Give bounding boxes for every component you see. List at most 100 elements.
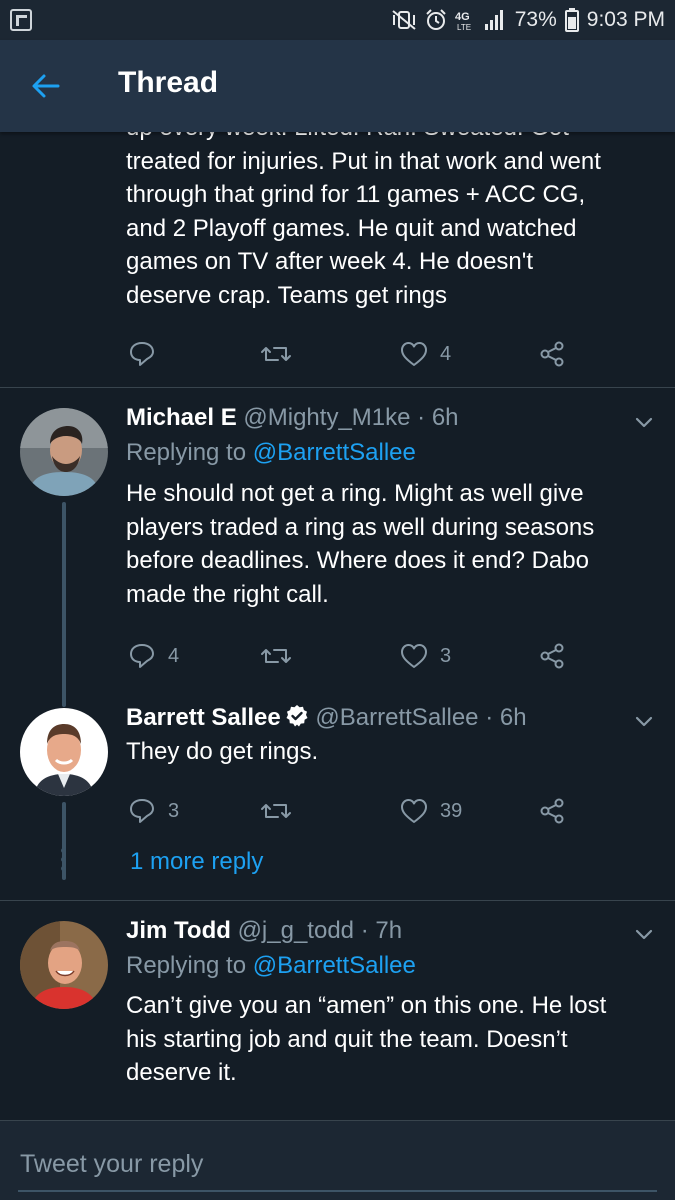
replying-to: Replying to @BarrettSallee — [126, 439, 416, 467]
tweet-text-line: before deadlines. Where does it end? Dab… — [126, 547, 589, 574]
tweet-header: Michael E @Mighty_M1ke · 6h — [126, 404, 459, 432]
chevron-down-icon[interactable] — [633, 411, 655, 433]
tweet-header: Jim Todd @j_g_todd · 7h — [126, 917, 402, 945]
chevron-down-icon[interactable] — [633, 923, 655, 945]
retweet-icon — [261, 804, 291, 818]
page-title: Thread — [118, 66, 219, 99]
tweet-text-line: through that grind for 11 games + ACC CG… — [126, 181, 586, 208]
tweet-text-line: treated for injuries. Put in that work a… — [126, 147, 601, 175]
tweet-time: · 6h — [485, 704, 527, 731]
tweet-header: Barrett Sallee @BarrettSallee · 6h — [126, 704, 527, 732]
avatar-image — [20, 408, 108, 496]
tweet-text: They do get rings. — [126, 735, 656, 769]
more-replies-link[interactable]: 1 more reply — [130, 848, 263, 876]
tweet-text: up every week. Lifted. Ran. Sweated. Got… — [126, 132, 656, 312]
like-count: 39 — [440, 799, 463, 822]
tweet-text-line: made the right call. — [126, 580, 329, 608]
like-button[interactable]: 4 — [400, 339, 451, 369]
mention-link[interactable]: @BarrettSallee — [253, 952, 416, 979]
reply-icon — [130, 342, 154, 366]
retweet-button[interactable] — [260, 641, 304, 671]
vibrate-mute-icon — [392, 10, 416, 30]
share-button[interactable] — [538, 796, 566, 826]
tweet-text-line: They do get rings. — [126, 738, 319, 765]
tweet-text-line: He should not get a ring. Might as well … — [126, 480, 584, 507]
status-bar: 4G LTE 73% 9:03 PM — [0, 0, 675, 40]
divider — [0, 387, 675, 388]
battery-percent: 73% — [514, 8, 557, 31]
tweet-actions: 4 3 — [128, 641, 578, 671]
mention-link[interactable]: @BarrettSallee — [253, 439, 416, 466]
tweet-time: · 7h — [360, 917, 403, 944]
tweet-text-line: and 2 Playoff games. He quit and watched — [126, 214, 577, 242]
avatar-image — [20, 921, 108, 1009]
reply-button[interactable] — [128, 339, 168, 369]
reply-count: 4 — [168, 644, 180, 667]
reply-button[interactable]: 4 — [128, 641, 179, 671]
tweet-text-line: players traded a ring as well during sea… — [126, 513, 595, 541]
flipboard-icon — [10, 9, 32, 31]
tweet-actions: 3 39 — [128, 796, 578, 826]
author-name[interactable]: Michael E — [126, 404, 237, 431]
avatar-image — [20, 708, 108, 796]
input-underline — [18, 1190, 657, 1192]
reply-icon — [130, 644, 154, 668]
share-icon — [540, 643, 564, 669]
retweet-button[interactable] — [260, 796, 304, 826]
thread-more-dots — [60, 848, 68, 875]
svg-text:LTE: LTE — [457, 23, 471, 32]
retweet-icon — [261, 347, 291, 361]
avatar[interactable] — [20, 921, 108, 1009]
like-icon — [401, 799, 427, 823]
tweet-text: Can’t give you an “amen” on this one. He… — [126, 989, 656, 1090]
clock: 9:03 PM — [586, 8, 665, 31]
app-bar: Thread — [0, 40, 675, 132]
tweet-text-line: his starting job and quit the team. Does… — [126, 1025, 568, 1053]
replying-to: Replying to @BarrettSallee — [126, 952, 416, 980]
tweet-actions: 4 — [128, 339, 578, 369]
author-name[interactable]: Barrett Sallee — [126, 704, 281, 731]
like-button[interactable]: 39 — [400, 796, 462, 826]
retweet-button[interactable] — [260, 339, 304, 369]
tweet-time: · 6h — [417, 404, 459, 431]
divider — [0, 900, 675, 901]
avatar[interactable] — [20, 408, 108, 496]
thread-connector — [62, 502, 66, 707]
like-count: 4 — [440, 342, 452, 365]
battery-icon — [564, 8, 579, 32]
share-icon — [540, 798, 564, 824]
reply-composer — [0, 1120, 675, 1200]
alarm-icon — [426, 9, 446, 30]
chevron-down-icon[interactable] — [633, 710, 655, 732]
thread-feed[interactable]: up every week. Lifted. Ran. Sweated. Got… — [0, 132, 675, 1120]
back-arrow-icon[interactable] — [28, 68, 64, 104]
share-button[interactable] — [538, 339, 566, 369]
status-indicators: 4G LTE 73% 9:03 PM — [391, 6, 665, 34]
reply-icon — [130, 799, 154, 823]
like-count: 3 — [440, 644, 452, 667]
share-button[interactable] — [538, 641, 566, 671]
svg-text:4G: 4G — [455, 11, 470, 23]
author-handle: @BarrettSallee — [315, 704, 479, 731]
author-handle: @j_g_todd — [237, 917, 355, 944]
replying-to-label: Replying to — [126, 952, 247, 979]
tweet-text-line: games on TV after week 4. He doesn't — [126, 248, 534, 275]
reply-button[interactable]: 3 — [128, 796, 179, 826]
replying-to-label: Replying to — [126, 439, 247, 466]
lte-signal-icon: 4G LTE — [455, 10, 503, 32]
retweet-icon — [261, 649, 291, 663]
tweet-text: He should not get a ring. Might as well … — [126, 477, 656, 611]
author-name[interactable]: Jim Todd — [126, 917, 231, 944]
author-handle: @Mighty_M1ke — [243, 404, 411, 431]
reply-count: 3 — [168, 799, 180, 822]
tweet-text-line: Can’t give you an “amen” on this one. He… — [126, 992, 607, 1019]
tweet-text-line: deserve it. — [126, 1059, 237, 1086]
share-icon — [540, 341, 564, 367]
tweet-text-line: up every week. Lifted. Ran. Sweated. Got — [126, 132, 656, 145]
like-button[interactable]: 3 — [400, 641, 451, 671]
avatar[interactable] — [20, 708, 108, 796]
verified-badge-icon — [286, 705, 308, 727]
like-icon — [401, 342, 427, 366]
tweet-text-line: deserve crap. Teams get rings — [126, 281, 448, 309]
like-icon — [401, 644, 427, 668]
